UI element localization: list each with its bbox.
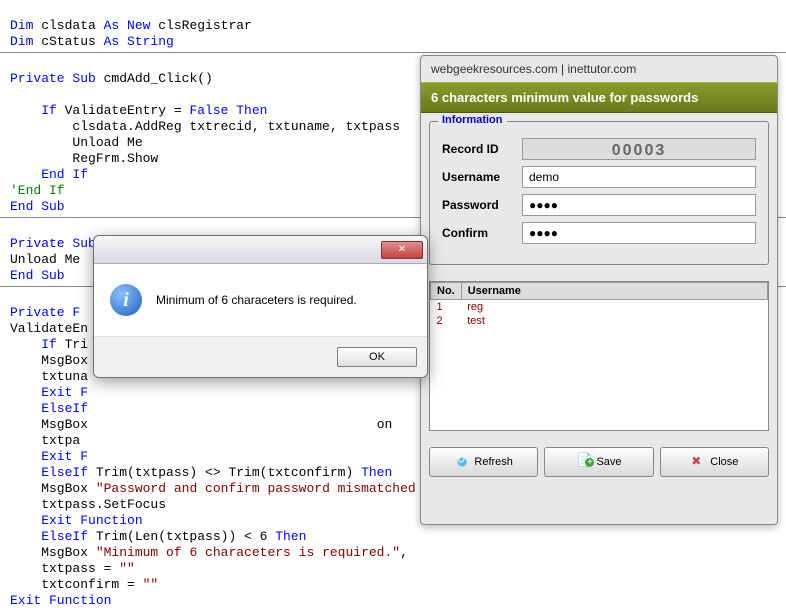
confirm-label: Confirm: [442, 226, 522, 240]
fieldset-legend: Information: [438, 114, 507, 126]
registrar-form-window: webgeekresources.com | inettutor.com 6 c…: [420, 55, 778, 525]
recordid-label: Record ID: [442, 142, 522, 156]
confirm-input[interactable]: [522, 222, 756, 244]
table-row[interactable]: 1 reg: [431, 300, 768, 315]
close-button[interactable]: Close: [660, 447, 769, 477]
msgbox-titlebar[interactable]: ✕: [94, 236, 427, 264]
table-row[interactable]: 2 test: [431, 314, 768, 328]
username-label: Username: [442, 170, 522, 184]
form-title: webgeekresources.com | inettutor.com: [421, 56, 777, 82]
save-button[interactable]: Save: [544, 447, 653, 477]
refresh-button[interactable]: Refresh: [429, 447, 538, 477]
user-grid[interactable]: No. Username 1 reg 2 test: [429, 281, 769, 431]
messagebox: ✕ i Minimum of 6 characeters is required…: [93, 235, 428, 378]
password-label: Password: [442, 198, 522, 212]
grid-header-no[interactable]: No.: [431, 283, 462, 300]
close-icon: [690, 454, 706, 470]
msgbox-close-button[interactable]: ✕: [381, 241, 423, 259]
refresh-icon: [454, 454, 470, 470]
form-banner: 6 characters minimum value for passwords: [421, 82, 777, 113]
code-editor: Dim clsdata As New clsRegistrar Dim cSta…: [0, 0, 786, 52]
recordid-value: 00003: [522, 138, 756, 160]
msgbox-text: Minimum of 6 characeters is required.: [156, 293, 357, 307]
information-fieldset: Information Record ID 00003 Username Pas…: [429, 121, 769, 265]
password-input[interactable]: [522, 194, 756, 216]
username-input[interactable]: [522, 166, 756, 188]
save-icon: [576, 454, 592, 470]
msgbox-ok-button[interactable]: OK: [337, 347, 417, 367]
info-icon: i: [110, 284, 142, 316]
grid-header-username[interactable]: Username: [461, 283, 767, 300]
